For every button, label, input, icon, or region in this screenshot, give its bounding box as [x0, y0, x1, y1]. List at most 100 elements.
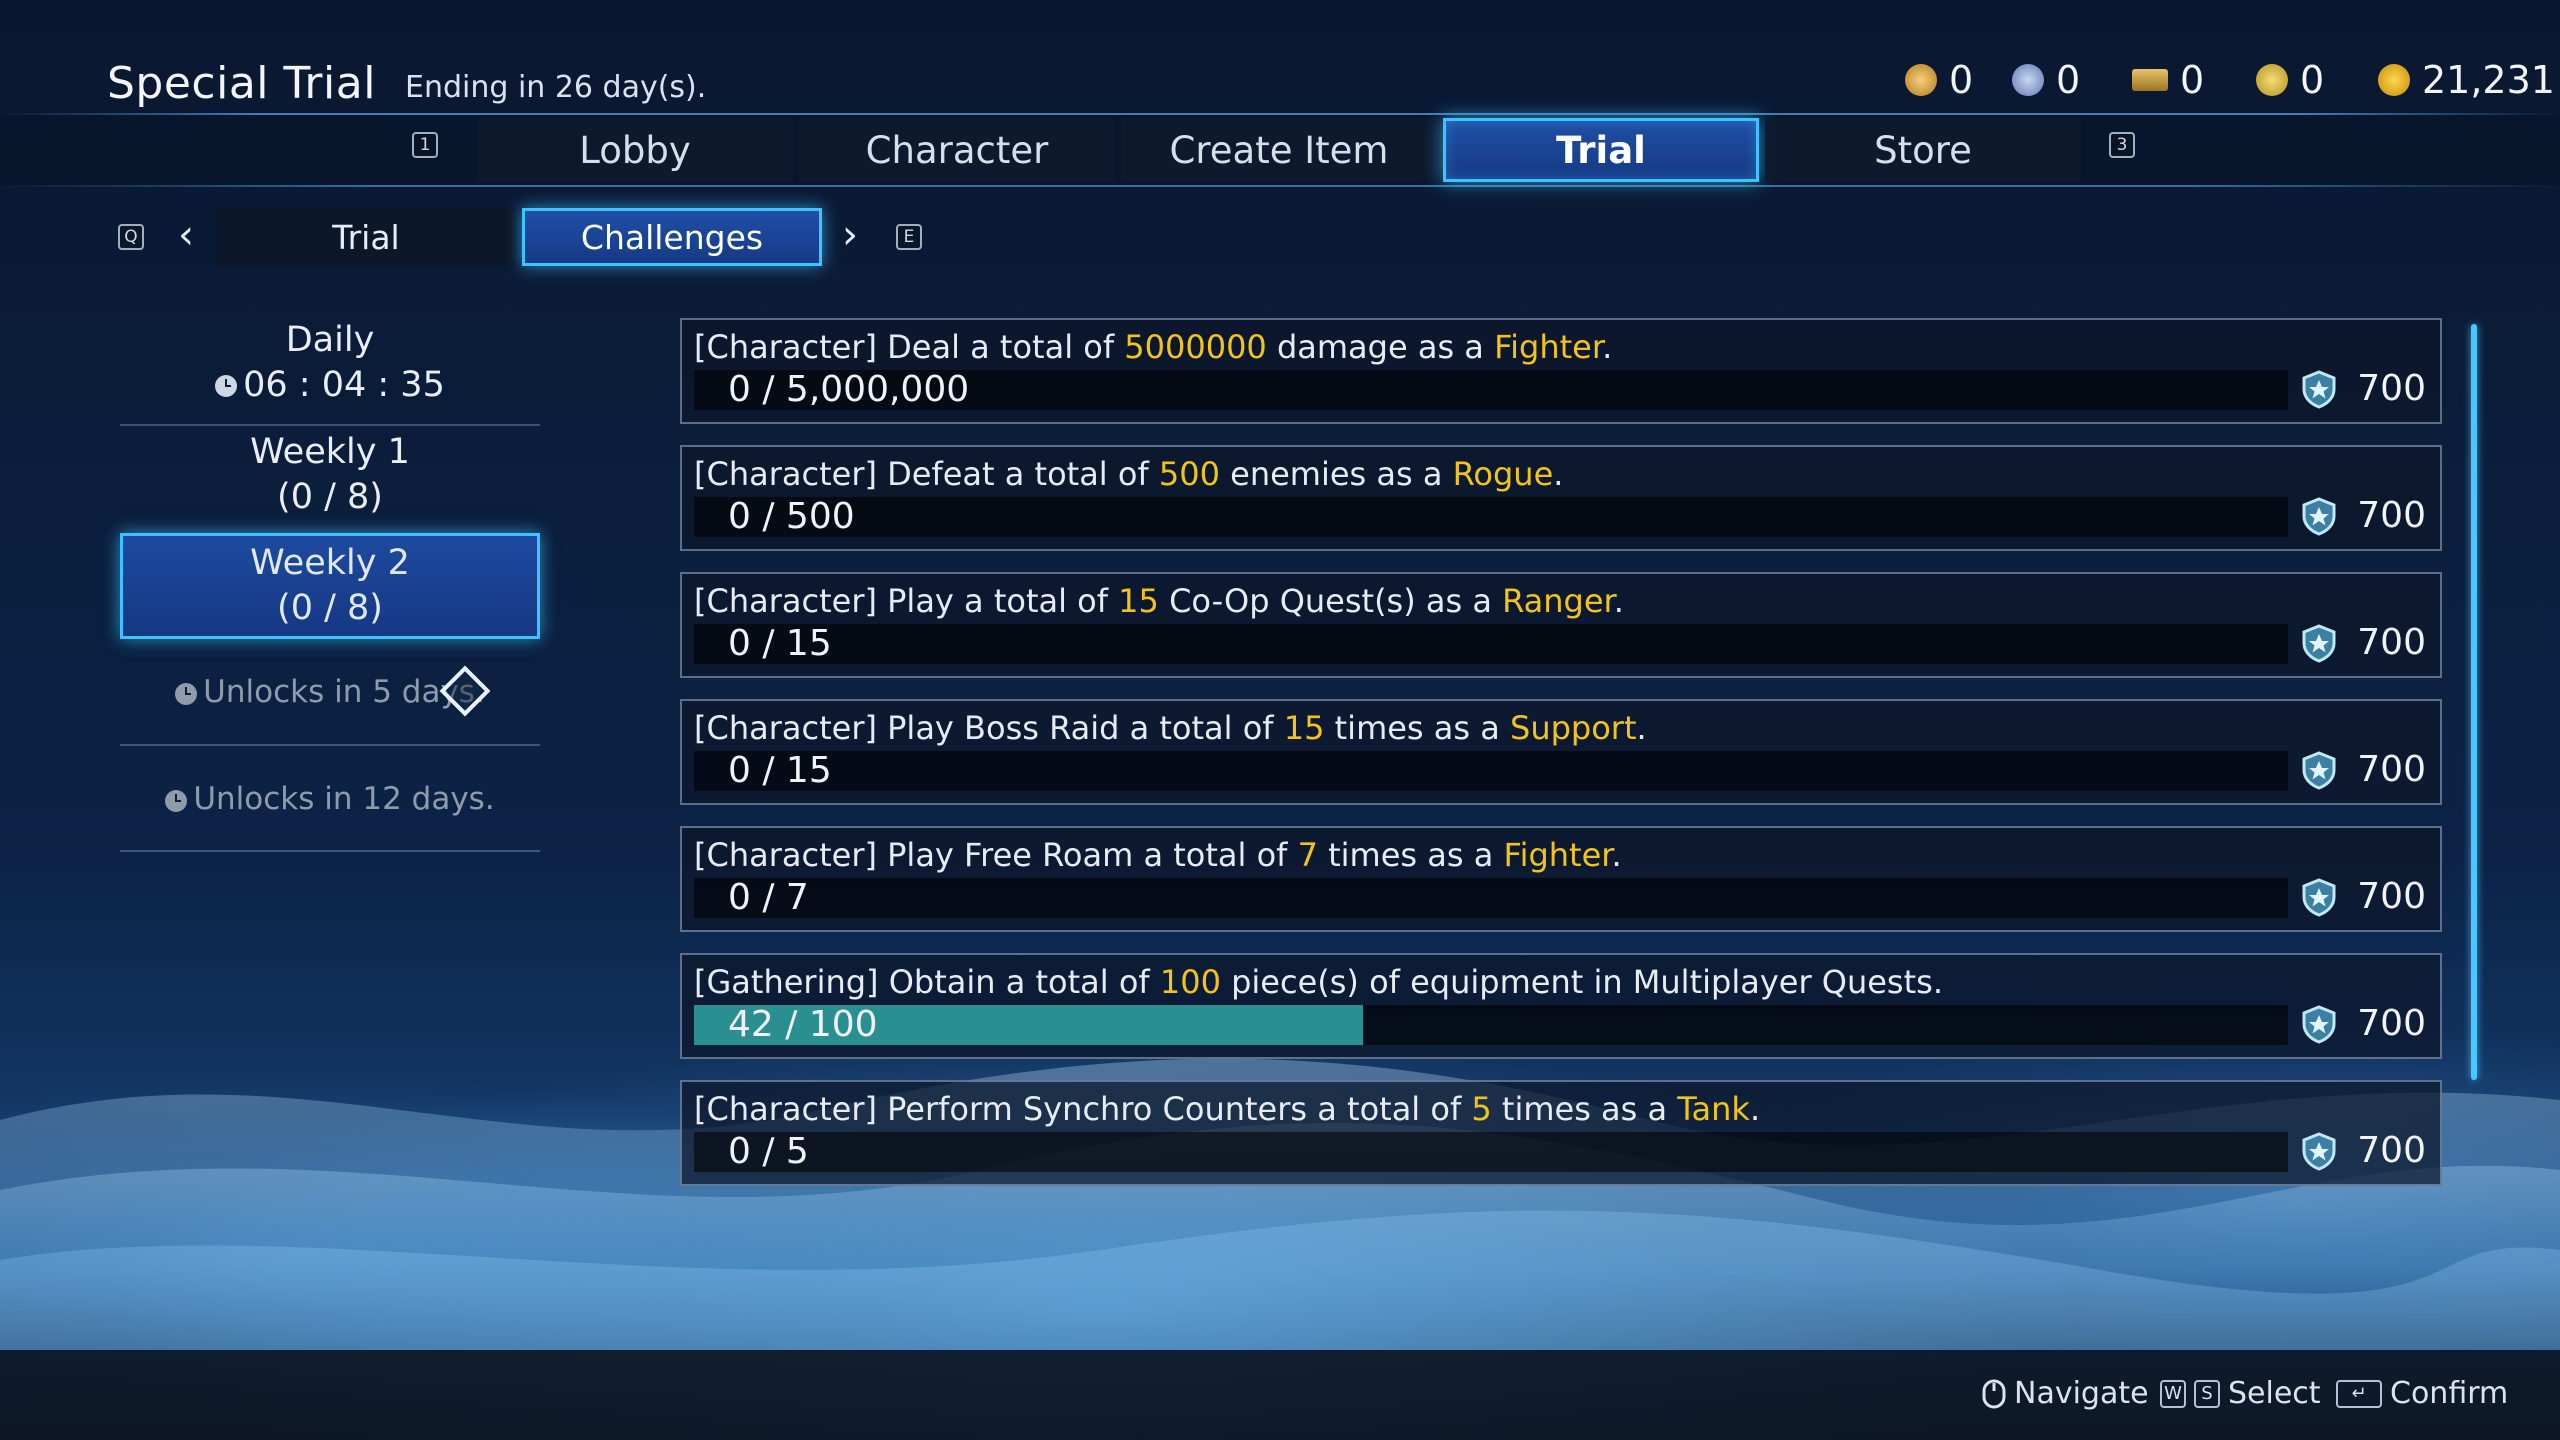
- hint-select: W S Select: [2160, 1376, 2321, 1411]
- challenge-role: Tank: [1677, 1090, 1750, 1128]
- period-label: Weekly 2: [250, 543, 410, 583]
- period-divider: [120, 424, 540, 426]
- challenge-role: Fighter: [1494, 328, 1603, 366]
- progress-bar: 42 / 100: [694, 1005, 2288, 1045]
- tab-lobby[interactable]: Lobby: [477, 118, 793, 182]
- currency-gold-coin: 21,231: [2378, 58, 2555, 102]
- clock-icon: [175, 682, 198, 705]
- tab-bar-divider: [0, 185, 2560, 187]
- progress-text: 0 / 15: [728, 750, 832, 791]
- shield-medal-icon: [2302, 750, 2336, 790]
- period-progress: (0 / 8): [277, 588, 383, 628]
- shield-medal-icon: [2302, 623, 2336, 663]
- shield-medal-icon: [2302, 1004, 2336, 1044]
- reward-value: 700: [2357, 622, 2426, 663]
- silver-coin-icon: [2256, 64, 2288, 96]
- tab-next-key[interactable]: 3: [2109, 132, 2135, 158]
- currency-value: 0: [1949, 58, 1974, 102]
- period-daily[interactable]: Daily 06 : 04 : 35: [120, 318, 540, 420]
- shield-medal-icon: [2302, 1131, 2336, 1171]
- tab-trial[interactable]: Trial: [1443, 118, 1759, 182]
- tab-character[interactable]: Character: [799, 118, 1115, 182]
- unlock-text: Unlocks in 12 days.: [193, 781, 495, 817]
- currency-value: 21,231: [2422, 58, 2555, 102]
- challenge-role: Ranger: [1502, 582, 1614, 620]
- progress-text: 42 / 100: [728, 1004, 878, 1045]
- daily-timer: 06 : 04 : 35: [120, 363, 540, 408]
- challenge-description: [Character] Play a total of 15 Co-Op Que…: [694, 582, 1624, 620]
- subtab-trial[interactable]: Trial: [216, 208, 516, 266]
- tab-prev-key[interactable]: 1: [412, 132, 438, 158]
- challenge-description: [Character] Defeat a total of 500 enemie…: [694, 455, 1564, 493]
- period-locked-2: Unlocks in 12 days.: [120, 781, 540, 821]
- progress-text: 0 / 500: [728, 496, 855, 537]
- challenge-row[interactable]: [Character] Play Free Roam a total of 7 …: [680, 826, 2442, 932]
- hint-navigate: Navigate: [1982, 1376, 2149, 1411]
- progress-bar: 0 / 5,000,000: [694, 370, 2288, 410]
- shield-medal-icon: [2302, 496, 2336, 536]
- currency-ticket: 0: [1905, 58, 1973, 102]
- chevron-right-icon[interactable]: ›: [842, 212, 858, 258]
- shield-medal-icon: [2302, 369, 2336, 409]
- key-w: W: [2160, 1379, 2186, 1408]
- challenge-target: 500: [1158, 455, 1220, 493]
- reward-value: 700: [2357, 876, 2426, 917]
- reward: 700: [2299, 622, 2426, 663]
- scrollbar-thumb[interactable]: [2471, 324, 2477, 1080]
- subtab-prev-key[interactable]: Q: [118, 224, 144, 250]
- challenge-target: 100: [1159, 963, 1221, 1001]
- clock-icon: [165, 789, 188, 812]
- key-s: S: [2194, 1379, 2220, 1408]
- tab-store[interactable]: Store: [1765, 118, 2081, 182]
- challenge-target: 15: [1118, 582, 1159, 620]
- period-label: Weekly 1: [250, 432, 410, 472]
- currency-value: 0: [2180, 58, 2205, 102]
- challenge-row[interactable]: [Character] Defeat a total of 500 enemie…: [680, 445, 2442, 551]
- progress-text: 0 / 7: [728, 877, 809, 918]
- ticket-icon: [1905, 64, 1937, 96]
- clock-icon: [215, 375, 238, 397]
- challenge-role: Fighter: [1503, 836, 1612, 874]
- reward: 700: [2299, 749, 2426, 790]
- mouse-icon: [1982, 1379, 2006, 1408]
- reward-value: 700: [2357, 368, 2426, 409]
- subtab-challenges[interactable]: Challenges: [522, 208, 822, 266]
- challenge-description: [Gathering] Obtain a total of 100 piece(…: [694, 963, 1943, 1001]
- period-weekly-1[interactable]: Weekly 1 (0 / 8): [120, 430, 540, 530]
- reward: 700: [2299, 1003, 2426, 1044]
- progress-bar: 0 / 15: [694, 624, 2288, 664]
- ending-countdown: Ending in 26 day(s).: [405, 70, 707, 105]
- scrollbar[interactable]: [2471, 324, 2477, 1080]
- challenge-description: [Character] Play Free Roam a total of 7 …: [694, 836, 1622, 874]
- challenge-row[interactable]: [Character] Deal a total of 5000000 dama…: [680, 318, 2442, 424]
- tab-create-item[interactable]: Create Item: [1121, 118, 1437, 182]
- currency-crystal: 0: [2012, 58, 2080, 102]
- progress-text: 0 / 15: [728, 623, 832, 664]
- currency-value: 0: [2300, 58, 2325, 102]
- chevron-left-icon[interactable]: ‹: [178, 212, 194, 258]
- challenge-list: [Character] Deal a total of 5000000 dama…: [680, 318, 2442, 1207]
- period-divider: [120, 744, 540, 746]
- subtab-next-key[interactable]: E: [896, 224, 922, 250]
- reward: 700: [2299, 495, 2426, 536]
- reward-value: 700: [2357, 749, 2426, 790]
- currency-card: 0: [2132, 58, 2204, 102]
- reward-value: 700: [2357, 495, 2426, 536]
- progress-bar: 0 / 7: [694, 878, 2288, 918]
- challenge-row[interactable]: [Character] Play a total of 15 Co-Op Que…: [680, 572, 2442, 678]
- reward-value: 700: [2357, 1130, 2426, 1171]
- period-weekly-2[interactable]: Weekly 2 (0 / 8): [120, 533, 540, 639]
- page-title: Special Trial: [107, 58, 376, 109]
- reward: 700: [2299, 1130, 2426, 1171]
- cursor-diamond-icon: [439, 665, 491, 717]
- gold-coin-icon: [2378, 64, 2410, 96]
- challenge-row[interactable]: [Gathering] Obtain a total of 100 piece(…: [680, 953, 2442, 1059]
- hint-confirm: ↵ Confirm: [2336, 1376, 2508, 1411]
- challenge-target: 5: [1471, 1090, 1492, 1128]
- challenge-row[interactable]: [Character] Play Boss Raid a total of 15…: [680, 699, 2442, 805]
- period-divider: [120, 850, 540, 852]
- challenge-target: 7: [1297, 836, 1318, 874]
- challenge-row[interactable]: [Character] Perform Synchro Counters a t…: [680, 1080, 2442, 1186]
- reward: 700: [2299, 368, 2426, 409]
- progress-bar: 0 / 15: [694, 751, 2288, 791]
